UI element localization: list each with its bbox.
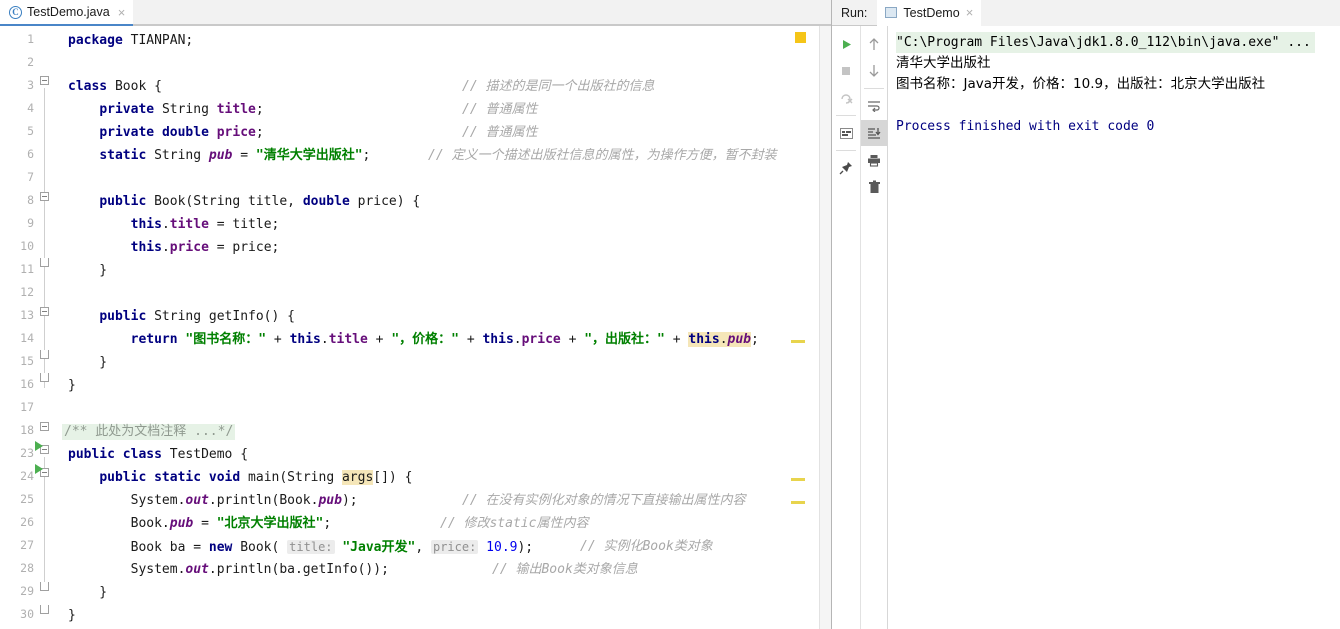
rerun-failed-tests-icon[interactable]: [833, 85, 859, 111]
editor-tab-label: TestDemo.java: [27, 5, 110, 19]
code-line-10: this.price = price;: [130, 240, 280, 255]
param-hint-title: title:: [287, 540, 335, 554]
code-line-23: public class TestDemo {: [68, 447, 249, 462]
idea-window: C TestDemo.java × 1 2 3 4 5 6 7 8 9 10 1…: [0, 0, 1340, 629]
param-hint-price: price:: [430, 540, 479, 554]
comment-line-27: // 实例化Book类对象: [580, 539, 713, 554]
comment-line-25: // 在没有实例化对象的情况下直接输出属性内容: [462, 493, 746, 508]
code-line-18-doc-comment: /** 此处为文档注释 ...*/: [62, 424, 236, 440]
editor-tabbar: C TestDemo.java ×: [0, 0, 831, 26]
warning-marker-square[interactable]: [795, 32, 806, 43]
usage-marker[interactable]: [791, 478, 805, 481]
code-line-16: }: [68, 378, 76, 393]
stop-icon[interactable]: [833, 58, 859, 84]
run-header-empty-area: [981, 0, 1340, 26]
code-line-11: }: [68, 263, 108, 278]
comment-line-3: // 描述的是同一个出版社的信息: [462, 79, 655, 94]
run-tab-testdemo[interactable]: TestDemo ×: [877, 0, 982, 26]
console-output-line-1: 清华大学出版社: [896, 55, 991, 71]
console-icon[interactable]: [833, 120, 859, 146]
usage-marker[interactable]: [791, 501, 805, 504]
toolbar-separator: [836, 115, 856, 116]
code-line-3: class Book {: [68, 79, 162, 94]
run-tool-window: Run: TestDemo × "C:\Program Files\Java\j…: [832, 0, 1340, 629]
comment-line-4: // 普通属性: [462, 102, 538, 117]
soft-wrap-icon[interactable]: [861, 93, 887, 119]
run-tool-window-header: Run: TestDemo ×: [832, 0, 1340, 26]
console-command-line: "C:\Program Files\Java\jdk1.8.0_112\bin\…: [896, 32, 1315, 53]
down-arrow-icon[interactable]: [861, 58, 887, 84]
run-toolbar-right: [860, 26, 888, 629]
error-marker-strip[interactable]: [791, 26, 819, 629]
comment-line-26: // 修改static属性内容: [440, 516, 589, 531]
usage-marker[interactable]: [791, 340, 805, 343]
run-config-icon: [885, 7, 898, 18]
code-line-29: }: [68, 585, 108, 600]
code-line-14: return "图书名称：" + this.title + "，价格：" + t…: [130, 332, 759, 347]
code-line-8: public Book(String title, double price) …: [99, 194, 421, 209]
toolbar-separator: [836, 150, 856, 151]
code-line-24: public static void main(String args[]) {: [99, 470, 413, 485]
code-line-25: System.out.println(Book.pub);: [68, 493, 358, 508]
console-cmd-row: "C:\Program Files\Java\jdk1.8.0_112\bin\…: [896, 32, 1340, 53]
code-line-28: System.out.println(ba.getInfo());: [68, 562, 389, 577]
console-output[interactable]: "C:\Program Files\Java\jdk1.8.0_112\bin\…: [888, 26, 1340, 629]
code-area[interactable]: package TIANPAN; class Book { private St…: [0, 26, 805, 629]
editor-body[interactable]: 1 2 3 4 5 6 7 8 9 10 11 12 13 14 15 16 1…: [0, 26, 831, 629]
console-output-line-2: 图书名称：Java开发，价格：10.9，出版社：北京大学出版社: [896, 76, 1266, 92]
code-line-1: package TIANPAN;: [68, 33, 194, 48]
code-line-30: }: [68, 608, 76, 623]
rerun-icon[interactable]: [833, 31, 859, 57]
close-icon[interactable]: ×: [966, 6, 974, 19]
comment-line-28: // 输出Book类对象信息: [492, 562, 638, 577]
comment-line-6: // 定义一个描述出版社信息的属性，为操作方便，暂不封装: [428, 148, 777, 163]
code-line-4: private String title;: [99, 102, 264, 117]
scroll-to-end-icon[interactable]: [861, 120, 887, 146]
up-arrow-icon[interactable]: [861, 31, 887, 57]
run-toolbar-left: [832, 26, 860, 629]
code-line-15: }: [68, 355, 108, 370]
editor-tab-testdemo[interactable]: C TestDemo.java ×: [0, 0, 134, 26]
java-class-icon: C: [9, 5, 22, 19]
code-line-27: Book ba = new Book( title: "Java开发", pri…: [68, 540, 534, 555]
pin-tab-icon[interactable]: [833, 155, 859, 181]
run-tab-label: TestDemo: [903, 5, 960, 20]
editor-scrollbar[interactable]: [819, 26, 831, 629]
console-exit-line: Process finished with exit code 0: [896, 119, 1155, 134]
toolbar-separator: [864, 88, 884, 89]
close-icon[interactable]: ×: [118, 6, 126, 19]
code-line-6: static String pub = "清华大学出版社";: [99, 148, 371, 163]
clear-all-icon[interactable]: [861, 174, 887, 200]
comment-line-5: // 普通属性: [462, 125, 538, 140]
code-line-9: this.title = title;: [130, 217, 280, 232]
run-window-body: "C:\Program Files\Java\jdk1.8.0_112\bin\…: [832, 26, 1340, 629]
code-line-13: public String getInfo() {: [99, 309, 295, 324]
doc-comment-text: /** 此处为文档注释 ...*/: [64, 424, 234, 439]
print-icon[interactable]: [861, 147, 887, 173]
run-window-label: Run:: [841, 5, 868, 20]
code-line-26: Book.pub = "北京大学出版社";: [68, 516, 332, 531]
editor-pane: C TestDemo.java × 1 2 3 4 5 6 7 8 9 10 1…: [0, 0, 832, 629]
tabbar-empty-area: [133, 0, 831, 25]
code-line-5: private double price;: [99, 125, 264, 140]
